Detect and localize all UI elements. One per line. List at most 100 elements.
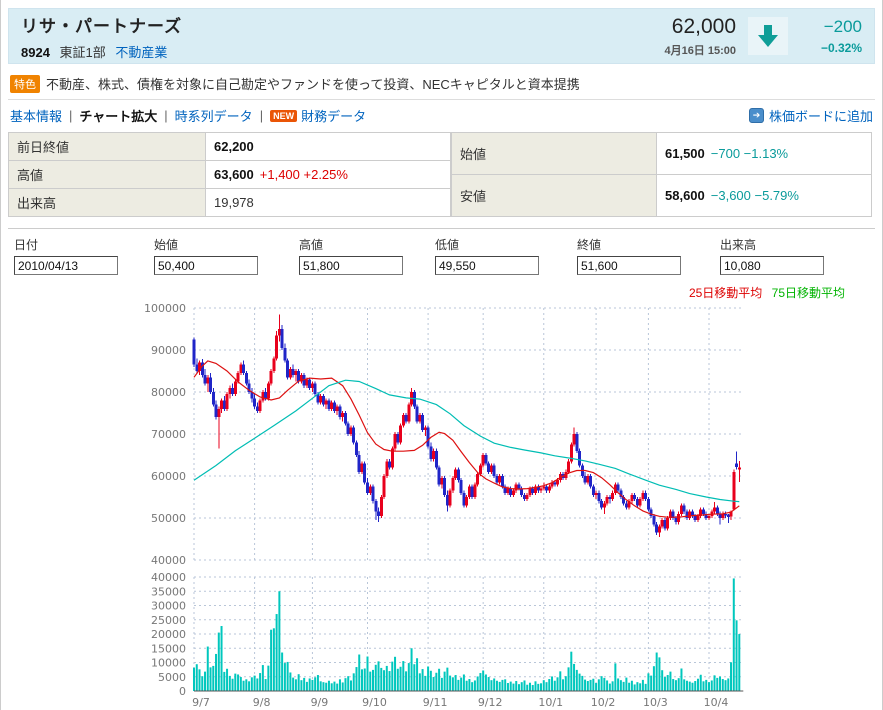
add-board-icon: ➔: [749, 108, 764, 123]
summary-tables: 前日終値 62,200 高値 63,600 +1,400 +2.25% 出来高 1…: [8, 132, 875, 217]
tab-financial-data[interactable]: 財務データ: [301, 106, 366, 125]
add-board-link[interactable]: 株価ボードに追加: [769, 106, 873, 125]
svg-text:30000: 30000: [151, 600, 186, 613]
company-name: リサ・パートナーズ: [21, 12, 182, 37]
open-value: 61,500: [665, 146, 705, 161]
svg-text:0: 0: [179, 685, 186, 698]
price-change: −200: [800, 17, 862, 37]
price-block: 62,000 4月16日 15:00: [664, 15, 736, 58]
high-value: 63,600: [214, 167, 254, 182]
high-input[interactable]: [299, 256, 403, 275]
ma25-legend-label: 25日移動平均: [689, 286, 762, 300]
industry-link[interactable]: 不動産業: [115, 45, 167, 60]
svg-text:10/2: 10/2: [591, 696, 616, 709]
volume-column: 出来高: [720, 236, 860, 275]
svg-text:10/1: 10/1: [538, 696, 563, 709]
ma-legend: 25日移動平均 75日移動平均: [8, 284, 875, 300]
high-input-label: 高値: [299, 236, 435, 253]
stock-chart: 1000009000080000700006000050000400004000…: [8, 300, 875, 710]
date-input[interactable]: [14, 256, 118, 275]
new-badge: NEW: [270, 110, 297, 122]
tab-time-series[interactable]: 時系列データ: [175, 106, 253, 125]
svg-text:40000: 40000: [151, 554, 186, 567]
svg-text:50000: 50000: [151, 512, 186, 525]
volume-label: 出来高: [9, 189, 206, 217]
feature-badge: 特色: [10, 75, 40, 93]
svg-text:9/9: 9/9: [311, 696, 329, 709]
price-summary: 62,000 4月16日 15:00 −200 −0.32%: [664, 15, 862, 58]
close-input-label: 終値: [577, 236, 720, 253]
table-row: 高値 63,600 +1,400 +2.25%: [9, 161, 451, 189]
svg-text:20000: 20000: [151, 628, 186, 641]
svg-text:40000: 40000: [151, 571, 186, 584]
svg-text:15000: 15000: [151, 642, 186, 655]
svg-text:100000: 100000: [144, 302, 186, 315]
down-arrow-icon: [757, 24, 779, 48]
open-change: −700 −1.13%: [711, 146, 788, 161]
high-change: +1,400 +2.25%: [260, 167, 348, 182]
close-input[interactable]: [577, 256, 681, 275]
nav-separator: |: [69, 108, 72, 123]
nav-separator: |: [164, 108, 167, 123]
svg-text:25000: 25000: [151, 614, 186, 627]
low-input[interactable]: [435, 256, 539, 275]
candlestick-volume-chart: 1000009000080000700006000050000400004000…: [8, 300, 875, 710]
prev-close-value: 62,200: [214, 139, 254, 154]
company-block: リサ・パートナーズ 8924 東証1部 不動産業: [21, 12, 182, 61]
date-column: 日付: [14, 236, 154, 275]
price-change-pct: −0.32%: [800, 41, 862, 55]
svg-text:70000: 70000: [151, 428, 186, 441]
table-row: 前日終値 62,200: [9, 133, 451, 161]
svg-text:9/8: 9/8: [253, 696, 271, 709]
ma75-legend-label: 75日移動平均: [772, 286, 845, 300]
close-column: 終値: [577, 236, 720, 275]
summary-table-right: 始値 61,500 −700 −1.13% 安値 58,600 −3,600 −5.…: [451, 132, 872, 217]
table-row: 始値 61,500 −700 −1.13%: [452, 133, 872, 175]
price-datetime: 4月16日 15:00: [664, 42, 736, 58]
volume-input[interactable]: [720, 256, 824, 275]
prev-close-label: 前日終値: [9, 133, 206, 161]
high-label: 高値: [9, 161, 206, 189]
exchange-label: 東証1部: [60, 45, 106, 60]
svg-text:90000: 90000: [151, 344, 186, 357]
add-board-area: ➔ 株価ボードに追加: [749, 106, 873, 125]
low-label: 安値: [452, 175, 657, 217]
change-block: −200 −0.32%: [800, 17, 862, 55]
svg-text:5000: 5000: [158, 671, 186, 684]
svg-text:10/3: 10/3: [643, 696, 668, 709]
summary-table-left: 前日終値 62,200 高値 63,600 +1,400 +2.25% 出来高 1…: [8, 132, 451, 217]
svg-text:10/4: 10/4: [704, 696, 729, 709]
code-line: 8924 東証1部 不動産業: [21, 42, 182, 61]
low-value: 58,600: [665, 188, 705, 203]
volume-input-label: 出来高: [720, 236, 860, 253]
date-label: 日付: [14, 236, 154, 253]
feature-text: 不動産、株式、債権を対象に自己勘定やファンドを使って投資、NECキャピタルと資本…: [46, 74, 580, 93]
svg-text:10000: 10000: [151, 657, 186, 670]
section-nav: 基本情報 | チャート拡大 | 時系列データ | NEW 財務データ ➔ 株価ボ…: [8, 100, 875, 130]
low-input-label: 低値: [435, 236, 577, 253]
ohlc-input-row: 日付 始値 高値 低値 終値 出来高: [8, 228, 875, 284]
high-column: 高値: [299, 236, 435, 275]
low-change: −3,600 −5.79%: [711, 188, 799, 203]
svg-text:35000: 35000: [151, 585, 186, 598]
table-row: 安値 58,600 −3,600 −5.79%: [452, 175, 872, 217]
open-label: 始値: [452, 133, 657, 175]
open-input[interactable]: [154, 256, 258, 275]
svg-text:9/11: 9/11: [423, 696, 448, 709]
price-direction-box: [748, 17, 788, 55]
svg-text:9/7: 9/7: [192, 696, 210, 709]
svg-text:9/10: 9/10: [362, 696, 387, 709]
table-row: 出来高 19,978: [9, 189, 451, 217]
svg-text:80000: 80000: [151, 386, 186, 399]
current-price: 62,000: [664, 15, 736, 39]
low-column: 低値: [435, 236, 577, 275]
tab-chart-enlarge[interactable]: チャート拡大: [79, 106, 157, 125]
open-column: 始値: [154, 236, 299, 275]
tab-basic-info[interactable]: 基本情報: [10, 106, 62, 125]
volume-value: 19,978: [214, 195, 254, 210]
feature-row: 特色 不動産、株式、債権を対象に自己勘定やファンドを使って投資、NECキャピタル…: [8, 69, 875, 100]
svg-text:60000: 60000: [151, 470, 186, 483]
nav-separator: |: [260, 108, 263, 123]
open-input-label: 始値: [154, 236, 299, 253]
stock-code: 8924: [21, 45, 50, 60]
